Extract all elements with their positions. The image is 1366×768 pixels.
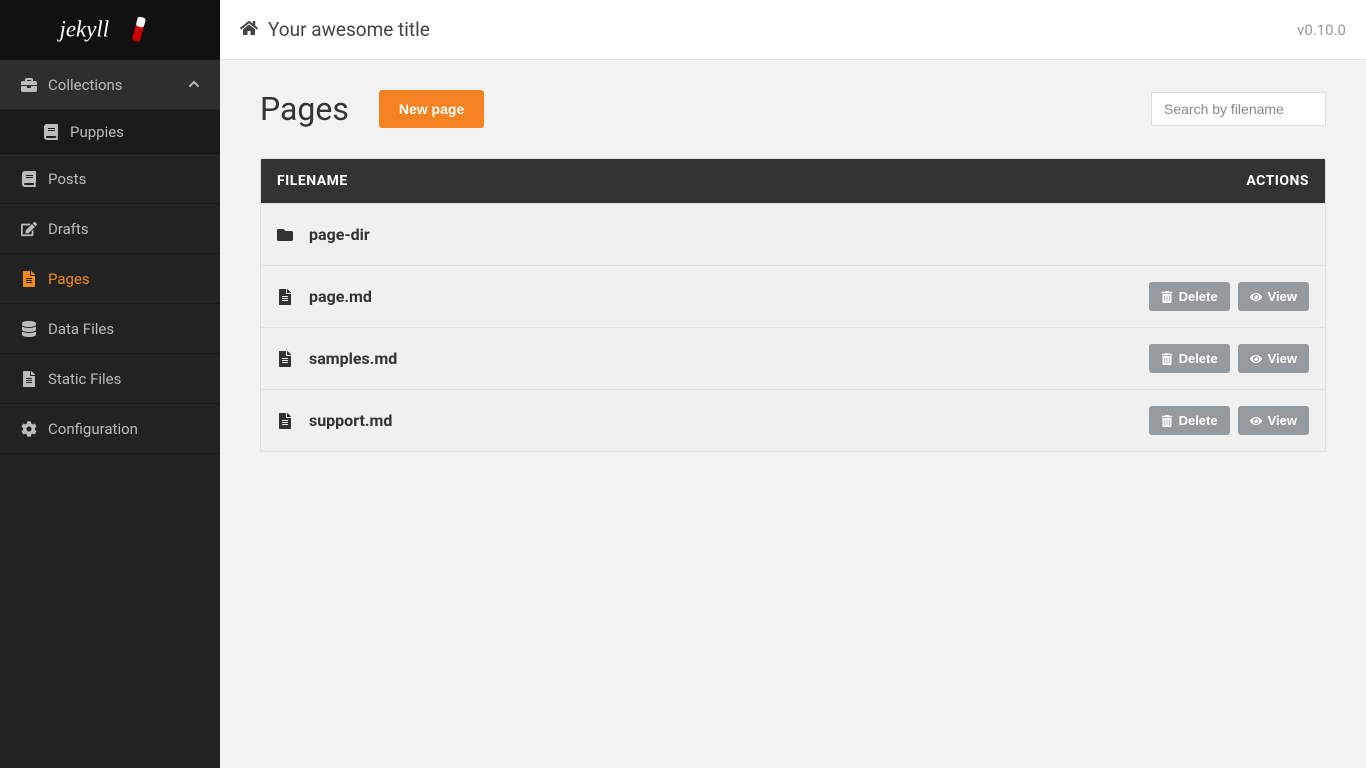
view-button[interactable]: View [1238, 406, 1309, 435]
table-header: FILENAME ACTIONS [261, 159, 1325, 203]
eye-icon [1250, 291, 1262, 303]
content: Pages New page FILENAME ACTIONS page-dir [220, 60, 1366, 482]
search-input[interactable] [1151, 92, 1326, 126]
table-row: page-dir [261, 203, 1325, 265]
table-row: support.md Delete View [261, 389, 1325, 451]
button-label: View [1268, 413, 1297, 428]
gear-icon [20, 421, 38, 437]
sidebar-item-label: Static Files [48, 370, 121, 388]
sidebar-item-drafts[interactable]: Drafts [0, 204, 220, 254]
sidebar-item-collections[interactable]: Collections [0, 60, 220, 110]
view-button[interactable]: View [1238, 344, 1309, 373]
home-icon[interactable] [240, 19, 258, 41]
sidebar-item-data-files[interactable]: Data Files [0, 304, 220, 354]
eye-icon [1250, 353, 1262, 365]
sidebar-item-label: Puppies [70, 123, 124, 141]
file-icon [277, 351, 297, 367]
trash-icon [1161, 291, 1173, 303]
sidebar-item-puppies[interactable]: Puppies [0, 110, 220, 154]
file-icon [277, 413, 297, 429]
row-name-link[interactable]: support.md [309, 411, 392, 430]
sidebar-item-label: Collections [48, 76, 123, 94]
trash-icon [1161, 415, 1173, 427]
button-label: Delete [1179, 289, 1218, 304]
column-header-filename: FILENAME [277, 173, 1246, 189]
delete-button[interactable]: Delete [1149, 406, 1230, 435]
book-icon [20, 171, 38, 187]
row-actions: Delete View [1149, 282, 1309, 311]
table-row: page.md Delete View [261, 265, 1325, 327]
sidebar-item-label: Posts [48, 170, 86, 188]
button-label: View [1268, 289, 1297, 304]
topbar: Your awesome title v0.10.0 [220, 0, 1366, 60]
table-row: samples.md Delete View [261, 327, 1325, 389]
sidebar-item-label: Pages [48, 270, 90, 288]
file-icon [20, 371, 38, 387]
file-icon [277, 289, 297, 305]
version-label: v0.10.0 [1297, 21, 1346, 39]
row-actions: Delete View [1149, 406, 1309, 435]
content-header: Pages New page [260, 90, 1326, 128]
row-name-link[interactable]: page-dir [309, 225, 370, 244]
row-actions: Delete View [1149, 344, 1309, 373]
button-label: View [1268, 351, 1297, 366]
search-box [1151, 92, 1326, 126]
folder-icon [277, 227, 297, 243]
jekyll-logo-icon: jekyll [53, 12, 168, 48]
chevron-up-icon [188, 76, 200, 94]
button-label: Delete [1179, 413, 1218, 428]
column-header-actions: ACTIONS [1246, 173, 1309, 189]
logo[interactable]: jekyll [0, 0, 220, 60]
sidebar-item-label: Data Files [48, 320, 114, 338]
sidebar-item-label: Configuration [48, 420, 138, 438]
view-button[interactable]: View [1238, 282, 1309, 311]
edit-icon [20, 221, 38, 237]
delete-button[interactable]: Delete [1149, 344, 1230, 373]
file-icon [20, 271, 38, 287]
book-icon [42, 124, 60, 140]
main: Your awesome title v0.10.0 Pages New pag… [220, 0, 1366, 768]
trash-icon [1161, 353, 1173, 365]
database-icon [20, 321, 38, 337]
sidebar: jekyll Collections Puppies Posts Drafts [0, 0, 220, 768]
nav: Collections Puppies Posts Drafts Pages [0, 60, 220, 454]
page-title: Pages [260, 90, 349, 128]
sidebar-item-posts[interactable]: Posts [0, 154, 220, 204]
row-name-link[interactable]: page.md [309, 287, 372, 306]
eye-icon [1250, 415, 1262, 427]
svg-text:jekyll: jekyll [56, 17, 109, 42]
sidebar-item-static-files[interactable]: Static Files [0, 354, 220, 404]
briefcase-icon [20, 77, 38, 93]
delete-button[interactable]: Delete [1149, 282, 1230, 311]
sidebar-item-configuration[interactable]: Configuration [0, 404, 220, 454]
sidebar-item-label: Drafts [48, 220, 89, 238]
row-name-link[interactable]: samples.md [309, 349, 397, 368]
site-title[interactable]: Your awesome title [268, 18, 430, 41]
sidebar-item-pages[interactable]: Pages [0, 254, 220, 304]
button-label: Delete [1179, 351, 1218, 366]
new-page-button[interactable]: New page [379, 90, 484, 128]
pages-table: FILENAME ACTIONS page-dir page.md Delete… [260, 158, 1326, 452]
